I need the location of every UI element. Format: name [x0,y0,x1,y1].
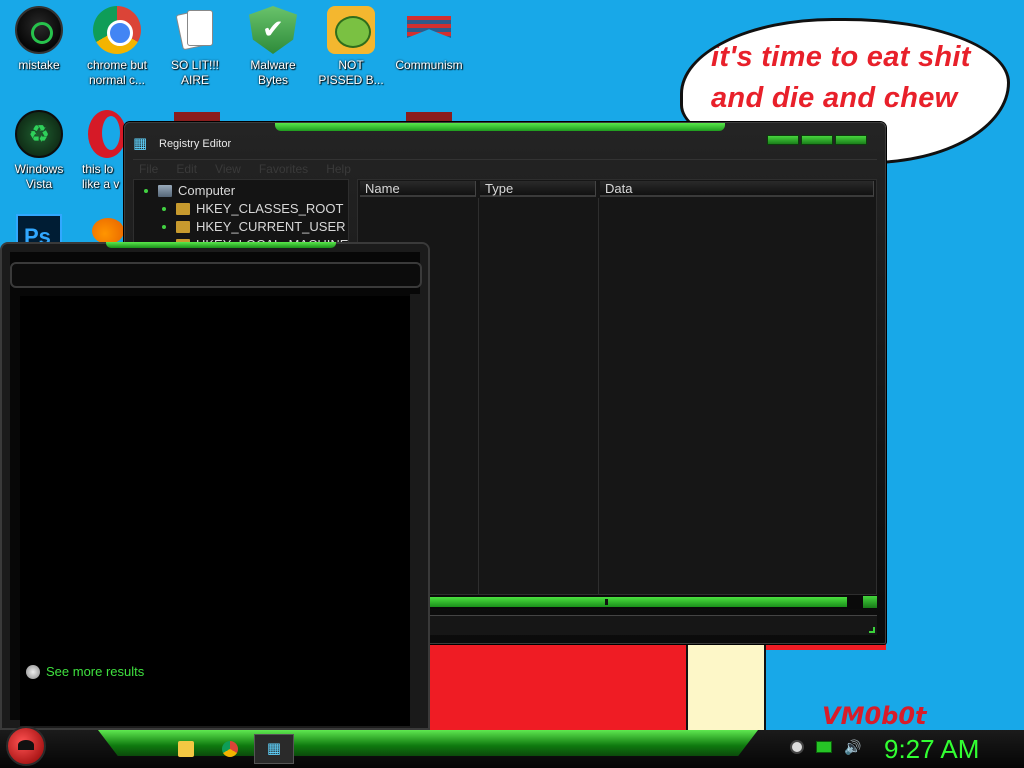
desktop-icon-label: this lo like a v [82,162,120,191]
chrome-icon [222,741,238,757]
shield-check-icon [249,6,297,54]
panel-glow-accent [106,242,336,248]
desktop-icon-not-pissed-birds[interactable]: NOT PISSED B... [312,6,390,88]
desktop-icon-chrome[interactable]: chrome but normal c... [78,6,156,88]
taskbar-explorer-button[interactable] [166,734,206,764]
start-search-box[interactable] [10,262,422,288]
taskbar-clock[interactable]: 9:27 AM [884,734,979,764]
volume-icon[interactable]: 🔊 [844,740,861,754]
start-menu-panel: See more results [0,242,430,730]
taskbar: ▦ 🔊 9:27 AM [0,726,1024,768]
system-tray: 🔊 [790,740,861,754]
tree-item-hkcu[interactable]: HKEY_CURRENT_USER [162,219,346,234]
menu-edit[interactable]: Edit [176,160,197,177]
caption-buttons [767,135,867,145]
menu-view[interactable]: View [215,160,241,177]
tray-app-icon[interactable] [790,740,804,754]
wallpaper-cream-shape [686,640,766,730]
desktop-icon-solitaire[interactable]: SO LIT!!! AIRE [156,6,234,88]
tree-item-label: HKEY_CLASSES_ROOT [196,201,344,216]
chrome-icon [93,6,141,54]
column-divider [478,198,479,594]
expand-dot-icon[interactable] [162,206,166,211]
recycle-orb-icon [15,110,63,158]
desktop-icon-label: chrome but normal c... [86,58,148,87]
tree-item-label: HKEY_CURRENT_USER [196,219,346,234]
expand-dot-icon[interactable] [144,188,148,193]
scroll-right-button[interactable] [863,596,877,608]
desktop-icon-label: mistake [18,58,60,72]
menu-help[interactable]: Help [326,160,351,177]
title-bar[interactable]: ▦ Registry Editor [133,133,877,155]
taskbar-regedit-button[interactable]: ▦ [254,734,294,764]
folder-icon [176,220,190,233]
close-button[interactable] [835,135,867,145]
desktop-icon-label: Communism [395,58,463,72]
desktop-icon-windows-vista[interactable]: Windows Vista [0,110,78,192]
firefox-icon [92,218,124,244]
desktop-icon-label: NOT PISSED B... [318,58,384,87]
maximize-button[interactable] [801,135,833,145]
opera-icon [88,110,124,158]
desktop-icon-communism[interactable]: Communism [390,6,468,73]
tree-item-label: Computer [178,183,236,198]
scrollbar-thumb[interactable] [605,599,608,605]
regedit-icon: ▦ [133,135,148,152]
angry-pig-icon [327,6,375,54]
see-more-label: See more results [46,664,145,679]
regedit-icon: ▦ [266,740,282,757]
flag-emblem-icon [405,6,453,54]
desktop-icon-mistake[interactable]: mistake [0,6,78,73]
bubble-line-2: and die and chew [711,82,958,114]
photoshop-icon [16,214,62,250]
menu-favorites[interactable]: Favorites [259,160,308,177]
menu-bar: File Edit View Favorites Help [133,159,877,177]
folder-icon [176,202,190,215]
taskbar-chrome-button[interactable] [210,734,250,764]
column-header-type[interactable]: Type [480,181,596,197]
bubble-line-1: it's time to eat shit [711,41,971,73]
computer-icon [158,184,172,197]
desktop-icon-label: Malware Bytes [250,58,296,87]
desktop-icon-label: Windows Vista [14,162,64,191]
column-header-name[interactable]: Name [360,181,476,197]
magnifier-icon [26,664,40,679]
start-menu-side-strip [410,294,420,726]
wallpaper-signature: VM0b0t [822,702,927,730]
scrollbar-track[interactable] [357,597,847,607]
wallpaper-red-shape [428,640,686,730]
minimize-button[interactable] [767,135,799,145]
registry-values-pane[interactable]: Name Type Data [357,179,877,595]
tree-item-hkcr[interactable]: HKEY_CLASSES_ROOT [162,201,343,216]
window-glow-accent [275,123,725,131]
start-button[interactable] [6,726,46,766]
desktop-icon-label: SO LIT!!! AIRE [170,58,219,87]
desktop-icon-malwarebytes[interactable]: Malware Bytes [234,6,312,88]
network-icon[interactable] [816,741,832,753]
folder-icon [178,741,194,757]
dark-orb-icon [15,6,63,54]
menu-file[interactable]: File [139,160,158,177]
window-title: Registry Editor [159,138,232,150]
horizontal-scrollbar[interactable] [357,595,877,609]
tree-item-computer[interactable]: Computer [144,183,235,198]
expand-dot-icon[interactable] [162,224,166,229]
column-header-data[interactable]: Data [600,181,874,197]
resize-grip-icon[interactable] [869,627,875,633]
solitaire-cards-icon [171,6,219,54]
desktop-icon-opera[interactable]: this lo like a v [72,110,124,192]
column-divider [598,198,599,594]
see-more-results-link[interactable]: See more results [26,664,144,679]
search-results-area [20,296,412,726]
